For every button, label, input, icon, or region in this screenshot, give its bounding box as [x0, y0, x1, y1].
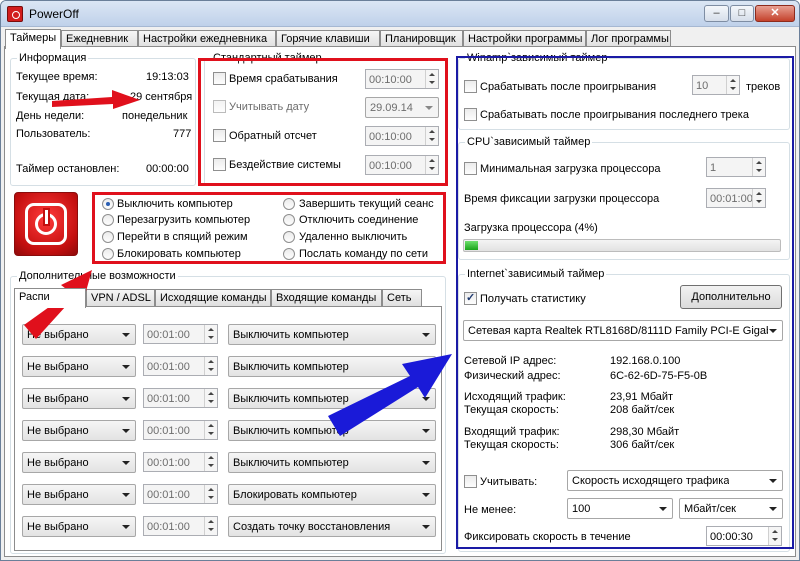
schedule-time-spin[interactable]: 00:01:00 — [143, 324, 218, 344]
spin-arrows-icon[interactable] — [204, 517, 217, 535]
schedule-time-spin[interactable]: 00:01:00 — [143, 516, 218, 536]
schedule-action-select[interactable]: Выключить компьютер — [228, 324, 436, 345]
user-label: Пользователь: — [16, 128, 91, 140]
info-title: Информация — [17, 51, 89, 65]
schedule-time-spin[interactable]: 00:01:00 — [143, 452, 218, 472]
spin-arrows-icon[interactable] — [204, 485, 217, 503]
tab-incoming[interactable]: Входящие команды — [271, 289, 382, 307]
chevron-down-icon — [422, 333, 430, 337]
schedule-time-spin[interactable]: 00:01:00 — [143, 388, 218, 408]
spin-arrows-icon[interactable] — [204, 325, 217, 343]
tab-outgoing[interactable]: Исходящие команды — [155, 289, 271, 307]
spin-arrows-icon[interactable] — [204, 357, 217, 375]
schedule-day-select[interactable]: Не выбрано — [22, 324, 136, 345]
schedule-action-select[interactable]: Блокировать компьютер — [228, 484, 436, 505]
chevron-down-icon — [422, 493, 430, 497]
user-value: 777 — [173, 128, 192, 140]
chevron-down-icon — [122, 397, 130, 401]
extra-title: Дополнительные возможности — [17, 269, 178, 283]
weekday-label: День недели: — [16, 110, 85, 122]
spin-arrows-icon[interactable] — [204, 421, 217, 439]
power-button[interactable] — [14, 192, 78, 256]
schedule-time-spin[interactable]: 00:01:00 — [143, 484, 218, 504]
weekday-value: понедельник — [122, 110, 188, 122]
schedule-action-select[interactable]: Выключить компьютер — [228, 388, 436, 409]
schedule-day-select[interactable]: Не выбрано — [22, 356, 136, 377]
schedule-day-select[interactable]: Не выбрано — [22, 452, 136, 473]
schedule-time-spin[interactable]: 00:01:00 — [143, 356, 218, 376]
tab-network[interactable]: Сеть — [382, 289, 422, 307]
timer-stopped-value: 00:00:00 — [146, 163, 189, 175]
schedule-day-select[interactable]: Не выбрано — [22, 388, 136, 409]
chevron-down-icon — [122, 461, 130, 465]
tab-schedule[interactable]: Распи — [14, 288, 86, 308]
current-date-label: Текущая дата: — [16, 91, 90, 103]
schedule-action-select[interactable]: Создать точку восстановления — [228, 516, 436, 537]
close-button[interactable]: ✕ — [755, 5, 795, 22]
schedule-day-select[interactable]: Не выбрано — [22, 484, 136, 505]
current-date-value: 29 сентября — [130, 91, 193, 103]
chevron-down-icon — [122, 525, 130, 529]
maximize-button[interactable]: □ — [730, 5, 754, 22]
schedule-action-select[interactable]: Выключить компьютер — [228, 420, 436, 441]
title-bar: PowerOff – □ ✕ — [1, 1, 799, 27]
schedule-action-select[interactable]: Выключить компьютер — [228, 452, 436, 473]
chevron-down-icon — [422, 429, 430, 433]
current-time-value: 19:13:03 — [146, 71, 189, 83]
minimize-button[interactable]: – — [704, 5, 729, 22]
tab-vpn[interactable]: VPN / ADSL — [86, 289, 155, 307]
chevron-down-icon — [422, 461, 430, 465]
spin-arrows-icon[interactable] — [204, 453, 217, 471]
chevron-down-icon — [122, 429, 130, 433]
chevron-down-icon — [122, 493, 130, 497]
chevron-down-icon — [422, 397, 430, 401]
chevron-down-icon — [122, 365, 130, 369]
schedule-day-select[interactable]: Не выбрано — [22, 516, 136, 537]
power-app-icon — [7, 6, 23, 22]
chevron-down-icon — [422, 365, 430, 369]
highlight-right-panel — [456, 56, 794, 549]
tab-timers[interactable]: Таймеры — [5, 29, 61, 49]
schedule-action-select[interactable]: Выключить компьютер — [228, 356, 436, 377]
timer-stopped-label: Таймер остановлен: — [16, 163, 120, 175]
chevron-down-icon — [122, 333, 130, 337]
power-bar-icon — [45, 210, 48, 224]
spin-arrows-icon[interactable] — [204, 389, 217, 407]
chevron-down-icon — [422, 525, 430, 529]
current-time-label: Текущее время: — [16, 71, 98, 83]
schedule-day-select[interactable]: Не выбрано — [22, 420, 136, 441]
highlight-actions — [92, 192, 446, 264]
highlight-standard-timer — [198, 58, 448, 186]
window-title: PowerOff — [29, 7, 79, 21]
schedule-time-spin[interactable]: 00:01:00 — [143, 420, 218, 440]
